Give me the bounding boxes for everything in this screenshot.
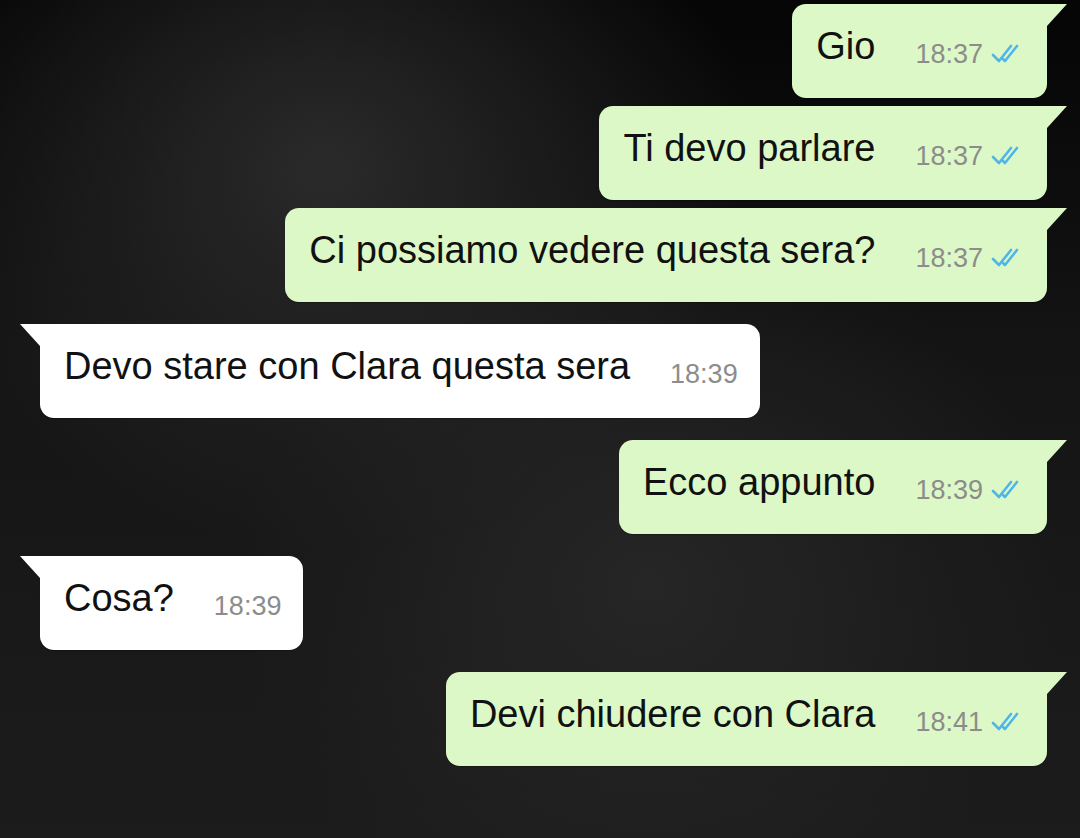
double-tick-icon	[991, 711, 1025, 733]
message-meta: 18:39	[915, 477, 1025, 506]
message-content: Ci possiamo vedere questa sera? 18:37	[309, 228, 1025, 274]
message-text: Gio	[816, 24, 875, 70]
message-row: Ecco appunto 18:39	[40, 440, 1047, 534]
message-time: 18:39	[670, 361, 738, 388]
message-text: Cosa?	[64, 576, 174, 622]
message-bubble[interactable]: Ti devo parlare 18:37	[599, 106, 1047, 200]
message-bubble[interactable]: Cosa? 18:39	[40, 556, 303, 650]
message-content: Ti devo parlare 18:37	[623, 126, 1025, 172]
message-bubble[interactable]: Ecco appunto 18:39	[619, 440, 1047, 534]
message-bubble[interactable]: Devi chiudere con Clara 18:41	[446, 672, 1047, 766]
message-meta: 18:39	[670, 361, 738, 390]
double-tick-icon	[991, 145, 1025, 167]
message-bubble[interactable]: Gio 18:37	[792, 4, 1047, 98]
message-content: Devi chiudere con Clara 18:41	[470, 692, 1025, 738]
message-text: Devi chiudere con Clara	[470, 692, 876, 738]
message-content: Gio 18:37	[816, 24, 1025, 70]
message-bubble[interactable]: Devo stare con Clara questa sera 18:39	[40, 324, 760, 418]
message-content: Devo stare con Clara questa sera 18:39	[64, 344, 738, 390]
message-text: Devo stare con Clara questa sera	[64, 344, 630, 390]
message-meta: 18:37	[915, 143, 1025, 172]
message-meta: 18:37	[915, 245, 1025, 274]
message-time: 18:39	[915, 477, 983, 504]
message-row: Gio 18:37	[40, 4, 1047, 98]
message-row: Cosa? 18:39	[40, 556, 1047, 650]
message-time: 18:37	[915, 41, 983, 68]
message-row: Ci possiamo vedere questa sera? 18:37	[40, 208, 1047, 302]
message-meta: 18:37	[915, 41, 1025, 70]
double-tick-icon	[991, 43, 1025, 65]
message-time: 18:37	[915, 245, 983, 272]
double-tick-icon	[991, 479, 1025, 501]
message-content: Ecco appunto 18:39	[643, 460, 1025, 506]
message-row: Ti devo parlare 18:37	[40, 106, 1047, 200]
message-text: Ecco appunto	[643, 460, 875, 506]
message-time: 18:41	[915, 709, 983, 736]
message-content: Cosa? 18:39	[64, 576, 281, 622]
message-time: 18:37	[915, 143, 983, 170]
chat-area: Gio18:37Ti devo parlare18:37Ci possiamo …	[0, 0, 1080, 766]
message-row: Devi chiudere con Clara 18:41	[40, 672, 1047, 766]
message-text: Ci possiamo vedere questa sera?	[309, 228, 875, 274]
message-bubble[interactable]: Ci possiamo vedere questa sera? 18:37	[285, 208, 1047, 302]
message-text: Ti devo parlare	[623, 126, 875, 172]
message-row: Devo stare con Clara questa sera 18:39	[40, 324, 1047, 418]
message-meta: 18:39	[214, 593, 282, 622]
message-meta: 18:41	[915, 709, 1025, 738]
double-tick-icon	[991, 247, 1025, 269]
message-time: 18:39	[214, 593, 282, 620]
